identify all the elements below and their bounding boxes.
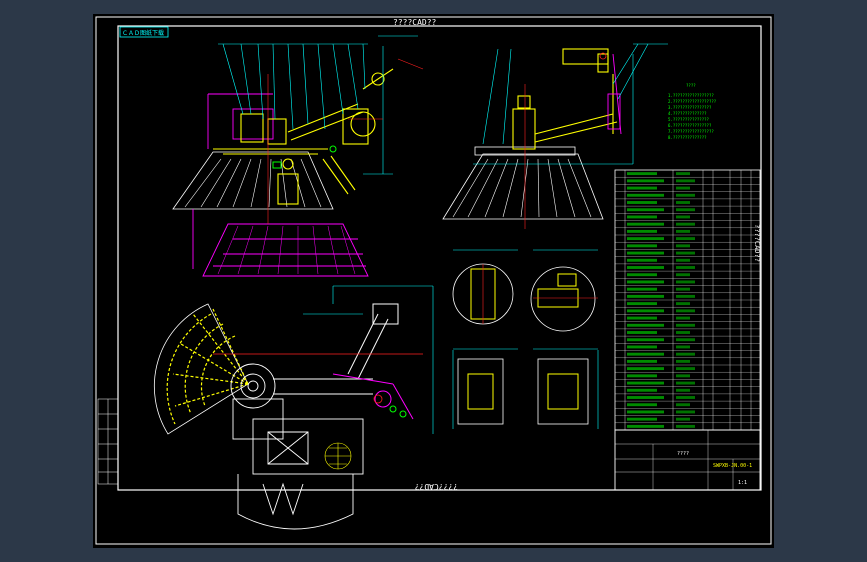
parts-row-text xyxy=(627,222,664,226)
svg-text:????: ???? xyxy=(686,83,696,88)
parts-row-text xyxy=(627,352,664,356)
parts-row-text xyxy=(627,273,657,277)
parts-row-spec xyxy=(676,417,690,421)
parts-row-text xyxy=(627,424,664,428)
parts-row-text xyxy=(627,193,664,197)
svg-text:4.??????????????: 4.?????????????? xyxy=(668,111,707,116)
parts-row-text xyxy=(627,316,657,320)
parts-row-text xyxy=(627,294,664,298)
parts-row-spec xyxy=(676,345,690,349)
parts-row-spec xyxy=(676,251,695,255)
parts-row-spec xyxy=(676,302,690,306)
parts-row-text xyxy=(627,208,664,212)
parts-row-spec xyxy=(676,222,695,226)
parts-row-text xyxy=(627,302,657,306)
parts-row-spec xyxy=(676,316,690,320)
parts-row-text xyxy=(627,388,657,392)
svg-text:6.????????????????: 6.???????????????? xyxy=(668,123,712,128)
parts-row-text xyxy=(627,287,657,291)
parts-row-spec xyxy=(676,258,690,262)
svg-text:1.?????????????????: 1.????????????????? xyxy=(668,93,714,98)
parts-row-text xyxy=(627,244,657,248)
parts-row-spec xyxy=(676,294,695,298)
parts-row-spec xyxy=(676,388,690,392)
revision-strip xyxy=(97,398,119,485)
parts-row-text xyxy=(627,229,657,233)
parts-row-spec xyxy=(676,266,695,269)
parts-row-text xyxy=(627,201,657,204)
parts-row-text xyxy=(627,396,664,399)
parts-row-text xyxy=(627,381,664,385)
parts-row-spec xyxy=(676,273,690,277)
parts-row-spec xyxy=(676,403,690,407)
parts-list-table xyxy=(614,169,761,431)
detail-views xyxy=(452,249,599,429)
parts-row-text xyxy=(627,251,664,255)
parts-row-spec xyxy=(676,229,690,233)
parts-row-text xyxy=(627,331,657,334)
parts-row-spec xyxy=(676,374,690,378)
main-elevation-view xyxy=(172,35,424,277)
parts-row-spec xyxy=(676,424,695,428)
parts-row-spec xyxy=(676,208,695,212)
parts-row-spec xyxy=(676,201,690,204)
parts-row-text xyxy=(627,338,664,342)
parts-row-spec xyxy=(676,352,695,356)
parts-row-text xyxy=(627,410,664,414)
title-block-scale: 1:1 xyxy=(738,480,747,486)
cad-drawing-viewport[interactable]: ＣＡＤ图纸下载 ????CAD?? ????CAD?? ????CAD?? ??… xyxy=(93,14,774,548)
svg-text:5.???????????????: 5.??????????????? xyxy=(668,117,710,122)
parts-row-spec xyxy=(676,309,695,313)
parts-row-text xyxy=(627,403,657,407)
svg-text:2.??????????????????: 2.?????????????????? xyxy=(668,99,717,104)
parts-row-spec xyxy=(676,287,690,291)
title-block-name: ???? xyxy=(677,451,689,457)
parts-row-spec xyxy=(676,367,695,371)
parts-row-text xyxy=(627,417,657,421)
parts-row-spec xyxy=(676,215,690,219)
parts-row-text xyxy=(627,186,657,190)
parts-row-spec xyxy=(676,338,695,342)
parts-row-text xyxy=(627,323,664,327)
parts-row-spec xyxy=(676,244,690,248)
parts-row-spec xyxy=(676,381,695,385)
cad-drawing: ＣＡＤ图纸下载 ????CAD?? ????CAD?? ????CAD?? ??… xyxy=(95,16,772,545)
parts-row-spec xyxy=(676,179,695,183)
svg-text:3.????????????????: 3.???????????????? xyxy=(668,105,712,110)
parts-row-text xyxy=(627,215,657,219)
parts-row-text xyxy=(627,359,657,363)
svg-text:8.??????????????: 8.?????????????? xyxy=(668,135,707,140)
parts-row-text xyxy=(627,374,657,378)
title-top: ????CAD?? xyxy=(393,18,437,27)
title-block: ???? SWPXB-JN.00-1 1:1 xyxy=(614,429,761,491)
parts-row-text xyxy=(627,367,664,371)
parts-row-text xyxy=(627,179,664,183)
title-block-code: SWPXB-JN.00-1 xyxy=(713,463,752,469)
parts-row-spec xyxy=(676,193,695,197)
parts-row-text xyxy=(627,258,657,262)
parts-row-spec xyxy=(676,172,690,176)
parts-row-spec xyxy=(676,186,690,190)
parts-row-spec xyxy=(676,359,690,363)
parts-row-spec xyxy=(676,237,695,241)
parts-row-spec xyxy=(676,323,695,327)
stamp-text: ＣＡＤ图纸下载 xyxy=(122,29,164,37)
side-elevation-view: ???? 1.????????????????? 2.?????????????… xyxy=(442,43,717,229)
inner-frame xyxy=(117,25,762,491)
parts-row-text xyxy=(627,280,664,284)
title-bottom: ????CAD?? xyxy=(414,482,458,491)
parts-row-text xyxy=(627,237,664,241)
parts-row-spec xyxy=(676,410,695,414)
parts-row-spec xyxy=(676,331,690,334)
parts-row-spec xyxy=(676,396,695,399)
parts-row-text xyxy=(627,172,657,176)
plan-view xyxy=(154,285,434,530)
parts-row-spec xyxy=(676,280,695,284)
parts-row-text xyxy=(627,345,657,349)
svg-text:7.?????????????????: 7.????????????????? xyxy=(668,129,714,134)
parts-row-text xyxy=(627,266,664,269)
parts-row-text xyxy=(627,309,664,313)
